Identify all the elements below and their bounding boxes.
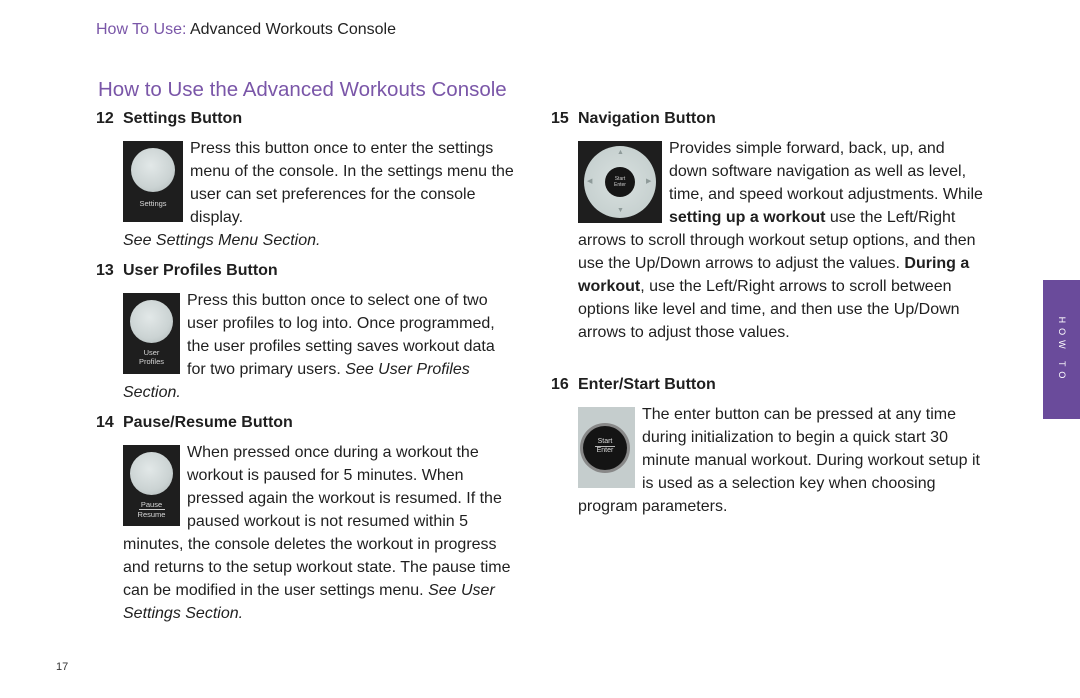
image-label-line-2: Enter	[614, 182, 626, 188]
image-label-line-2: Profiles	[138, 357, 164, 366]
button-circle-icon	[130, 300, 173, 343]
section-heading: 16 Enter/Start Button	[551, 373, 983, 396]
section-number: 14	[96, 414, 114, 431]
enter-start-button-image: Start Enter	[578, 407, 635, 488]
running-header-title: Advanced Workouts Console	[189, 21, 397, 38]
image-label-line-1: User	[143, 348, 160, 357]
section-pause-resume-button: 14 Pause/Resume Button Pause Resume When …	[96, 411, 516, 625]
section-title: Navigation Button	[578, 110, 716, 127]
left-arrow-icon: ◀	[587, 178, 593, 185]
section-user-profiles-button: 13 User Profiles Button User Profiles Pre…	[96, 259, 516, 411]
section-title: Settings Button	[123, 110, 243, 127]
side-tab-label: HOW TO	[1056, 316, 1067, 383]
left-column: 12 Settings Button Settings Press this bu…	[96, 107, 516, 625]
up-arrow-icon: ▲	[617, 149, 624, 156]
section-title: Enter/Start Button	[578, 376, 716, 393]
down-arrow-icon: ▼	[617, 207, 624, 214]
how-to-side-tab[interactable]: HOW TO	[1043, 280, 1080, 419]
pause-resume-button-image: Pause Resume	[123, 445, 180, 526]
running-header: How To Use: Advanced Workouts Console	[96, 21, 396, 39]
section-settings-button: 12 Settings Button Settings Press this bu…	[96, 107, 516, 259]
section-bold-1: setting up a workout	[669, 209, 826, 226]
enter-button-circle-icon: Start Enter	[583, 426, 627, 470]
section-navigation-button: 15 Navigation Button ▲ ▼ ◀ ▶ Start Enter …	[551, 107, 983, 373]
image-label-line-1: Start	[614, 176, 626, 182]
image-label-line-1: Pause	[140, 500, 163, 509]
right-arrow-icon: ▶	[646, 178, 652, 185]
section-text: The enter button can be pressed at any t…	[578, 406, 980, 515]
section-number: 16	[551, 376, 569, 393]
user-profiles-button-image: User Profiles	[123, 293, 180, 374]
button-circle-icon	[130, 452, 173, 495]
page-number: 17	[56, 661, 69, 673]
section-heading: 13 User Profiles Button	[96, 259, 516, 282]
section-heading: 15 Navigation Button	[551, 107, 983, 130]
section-text: When pressed once during a workout the w…	[123, 444, 511, 599]
image-label-line-2: Enter	[596, 447, 614, 454]
section-enter-start-button: 16 Enter/Start Button Start Enter The ent…	[551, 373, 983, 518]
section-heading: 12 Settings Button	[96, 107, 516, 130]
button-circle-icon	[131, 148, 175, 192]
section-number: 12	[96, 110, 114, 127]
right-column: 15 Navigation Button ▲ ▼ ◀ ▶ Start Enter …	[551, 107, 983, 518]
navigation-button-image: ▲ ▼ ◀ ▶ Start Enter	[578, 141, 662, 223]
see-reference-link[interactable]: See Settings Menu Section.	[123, 232, 320, 249]
running-header-prefix: How To Use:	[96, 21, 187, 38]
center-enter-button-icon: Start Enter	[605, 167, 635, 197]
section-number: 15	[551, 110, 569, 127]
section-heading: 14 Pause/Resume Button	[96, 411, 516, 434]
image-label-line-2: Resume	[137, 510, 166, 519]
settings-button-image: Settings	[123, 141, 183, 222]
section-text-1: Provides simple forward, back, up, and d…	[669, 140, 983, 203]
section-number: 13	[96, 262, 114, 279]
section-title: User Profiles Button	[123, 262, 278, 279]
image-label-line-1: Start	[597, 438, 613, 445]
page-title: How to Use the Advanced Workouts Console	[98, 78, 507, 101]
section-title: Pause/Resume Button	[123, 414, 293, 431]
settings-image-label: Settings	[139, 199, 167, 208]
